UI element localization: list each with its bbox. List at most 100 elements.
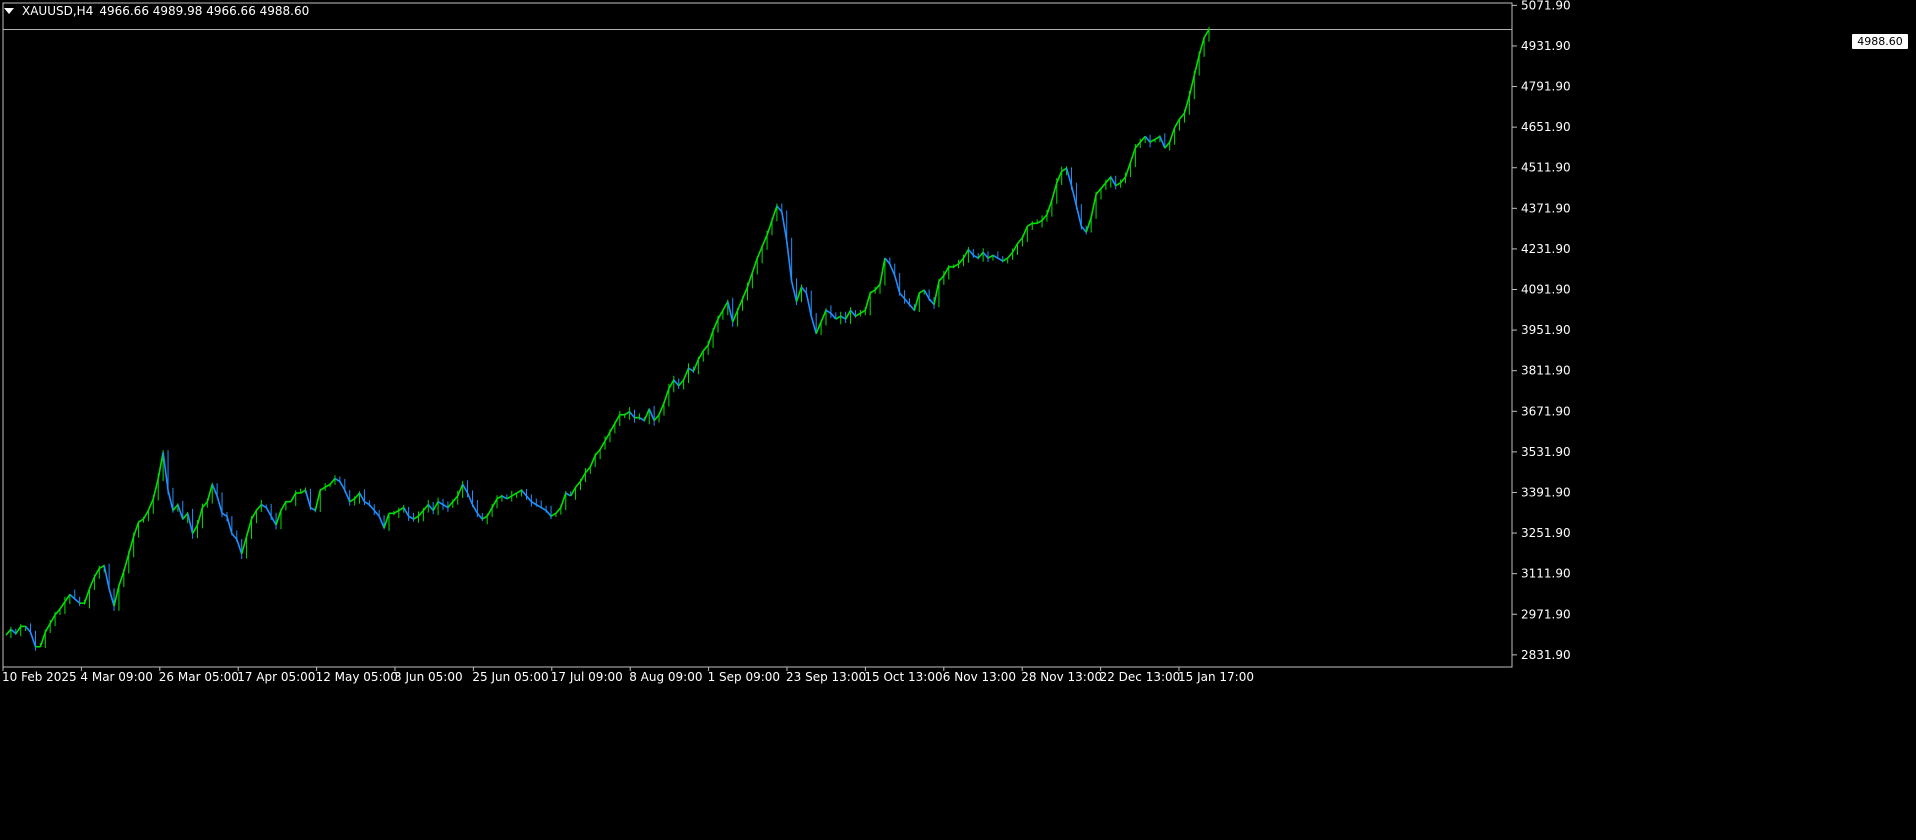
price-segment [54, 608, 61, 616]
price-segment [167, 489, 174, 511]
price-segment [1080, 225, 1087, 233]
price-segment [1115, 182, 1122, 187]
price-segment [413, 515, 419, 520]
symbol-label: XAUUSD,H4 [22, 4, 94, 18]
price-segment [569, 486, 577, 497]
price-segment [452, 495, 459, 503]
price-segment [658, 402, 665, 416]
x-tick-label: 22 Dec 13:00 [1100, 670, 1181, 684]
price-segment [358, 492, 366, 503]
price-segment [908, 304, 915, 311]
y-tick-label: 3951.90 [1521, 323, 1571, 337]
price-segment [899, 292, 906, 300]
price-segment [103, 565, 110, 589]
price-segment [29, 631, 37, 647]
price-segment [589, 455, 596, 468]
price-segment [810, 315, 817, 334]
price-segment [648, 408, 655, 421]
price-segment [530, 501, 537, 506]
price-segment [962, 249, 970, 259]
price-segment [923, 289, 930, 300]
price-segment [118, 571, 125, 587]
x-tick-label: 25 Jun 05:00 [472, 670, 548, 684]
price-segment [162, 452, 169, 491]
price-segment [668, 379, 675, 390]
price-segment [1065, 168, 1073, 186]
x-tick-label: 28 Nov 13:00 [1021, 670, 1102, 684]
price-segment [432, 501, 439, 511]
price-segment [938, 275, 945, 282]
price-segment [987, 254, 994, 259]
price-segment [1026, 222, 1033, 227]
dropdown-triangle-icon[interactable] [4, 8, 14, 14]
price-segment [864, 292, 871, 311]
price-segment [594, 449, 601, 456]
price-segment [74, 598, 81, 604]
price-segment [736, 298, 744, 311]
price-chart[interactable]: 5071.90 4931.90 4791.90 4651.90 4511.90 4371.… [0, 0, 1916, 840]
price-segment [840, 315, 847, 320]
price-segment [108, 588, 115, 607]
price-segment [609, 423, 616, 433]
price-segment [270, 515, 277, 526]
price-segment [255, 504, 262, 511]
price-segment [364, 501, 370, 506]
price-segment [39, 631, 47, 647]
price-segment [1085, 217, 1092, 233]
price-segment [5, 628, 12, 636]
price-segment [240, 536, 248, 555]
price-segment [457, 484, 464, 497]
price-segment [712, 318, 719, 331]
price-segment [859, 309, 866, 314]
price-segment [1203, 29, 1210, 39]
price-segment [221, 512, 228, 517]
price-segment [731, 310, 739, 323]
x-tick-label: 15 Jan 17:00 [1178, 670, 1254, 684]
price-segment [678, 379, 685, 387]
price-segment [59, 601, 66, 610]
x-tick-label: 1 Sep 09:00 [708, 670, 780, 684]
price-segment [820, 310, 827, 323]
price-segment [653, 414, 660, 422]
price-segment [231, 533, 238, 540]
price-segment [245, 518, 253, 537]
price-segment [1051, 182, 1058, 201]
y-tick-label: 2831.90 [1521, 648, 1571, 662]
price-segment [771, 205, 778, 221]
y-tick-label: 4651.90 [1521, 120, 1571, 134]
price-segment [378, 515, 385, 529]
price-segment [25, 625, 32, 633]
price-segment [191, 524, 199, 535]
price-segment [157, 452, 164, 479]
price-segment [466, 492, 474, 505]
price-segment [560, 492, 567, 508]
price-segment [1090, 194, 1097, 218]
price-segment [1124, 162, 1132, 178]
x-tick-label: 15 Oct 13:00 [864, 670, 942, 684]
price-segment [44, 623, 51, 633]
price-segment [98, 564, 105, 570]
y-tick-label: 3811.90 [1521, 364, 1571, 378]
price-segment [1183, 95, 1191, 114]
x-tick-label: 8 Aug 09:00 [629, 670, 702, 684]
price-segment [992, 254, 999, 259]
ohlc-values: 4966.66 4989.98 4966.66 4988.60 [99, 4, 310, 18]
price-segment [643, 408, 650, 421]
price-segment [614, 414, 621, 424]
price-segment [1173, 118, 1181, 129]
price-segment [1075, 205, 1083, 227]
price-segment [1036, 219, 1043, 225]
price-segment [835, 315, 842, 320]
price-segment [1129, 147, 1137, 163]
price-segment [967, 248, 974, 256]
price-segment [1149, 138, 1156, 143]
price-segment [800, 286, 807, 294]
price-segment [830, 312, 837, 320]
price-segment [928, 298, 935, 306]
price-segment [344, 489, 351, 503]
price-segment [334, 477, 341, 483]
price-segment [599, 440, 606, 450]
price-segment [707, 330, 714, 346]
price-segment [1154, 135, 1161, 140]
y-tick-label: 4371.90 [1521, 201, 1571, 215]
